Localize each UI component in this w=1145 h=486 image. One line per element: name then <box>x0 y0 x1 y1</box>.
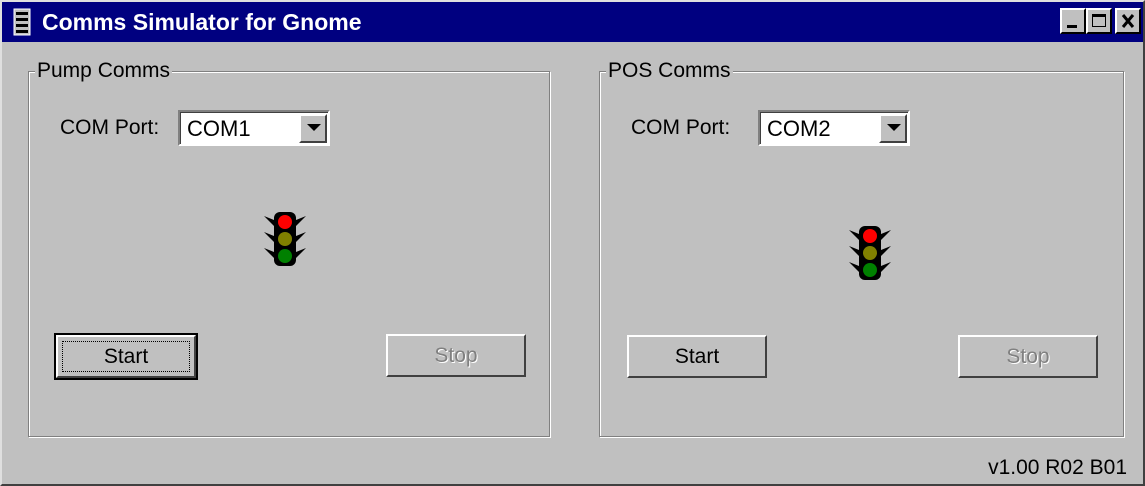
pos-traffic-light-icon <box>849 226 891 280</box>
pos-stop-button[interactable]: Stop <box>958 335 1098 378</box>
title-bar[interactable]: Comms Simulator for Gnome <box>2 2 1143 42</box>
pump-port-dropdown-button[interactable] <box>299 114 327 143</box>
pos-port-label: COM Port: <box>631 116 731 139</box>
pump-port-value: COM1 <box>187 116 251 141</box>
version-label: v1.00 R02 B01 <box>988 456 1127 479</box>
pos-start-label: Start <box>674 345 720 368</box>
pump-port-label: COM Port: <box>60 116 160 139</box>
pump-stop-label: Stop <box>434 344 478 367</box>
app-icon <box>13 8 31 36</box>
pump-start-button[interactable]: Start <box>54 333 198 380</box>
close-button[interactable] <box>1115 8 1141 34</box>
pos-port-dropdown-button[interactable] <box>879 114 907 143</box>
pump-traffic-light-icon <box>264 212 306 266</box>
close-icon <box>1121 14 1135 28</box>
pump-stop-button[interactable]: Stop <box>386 334 526 377</box>
app-window: Comms Simulator for Gnome Pump Comms COM… <box>0 0 1145 486</box>
pump-comms-group: Pump Comms COM Port: COM1 Start Stop <box>28 59 550 437</box>
pump-port-select[interactable]: COM1 <box>178 110 330 146</box>
dropdown-arrow-icon <box>887 124 901 131</box>
pos-start-button[interactable]: Start <box>627 335 767 378</box>
dropdown-arrow-icon <box>307 124 321 131</box>
maximize-button[interactable] <box>1086 8 1112 34</box>
minimize-button[interactable] <box>1060 8 1086 34</box>
pos-comms-group: POS Comms COM Port: COM2 Start Stop <box>599 59 1124 437</box>
pump-comms-label: Pump Comms <box>35 59 173 83</box>
window-title: Comms Simulator for Gnome <box>42 9 362 35</box>
pos-stop-label: Stop <box>1006 345 1050 368</box>
pos-comms-label: POS Comms <box>606 59 733 83</box>
pos-port-select[interactable]: COM2 <box>758 110 910 146</box>
pos-port-value: COM2 <box>767 116 831 141</box>
maximize-icon <box>1092 14 1106 27</box>
minimize-icon <box>1067 25 1077 28</box>
